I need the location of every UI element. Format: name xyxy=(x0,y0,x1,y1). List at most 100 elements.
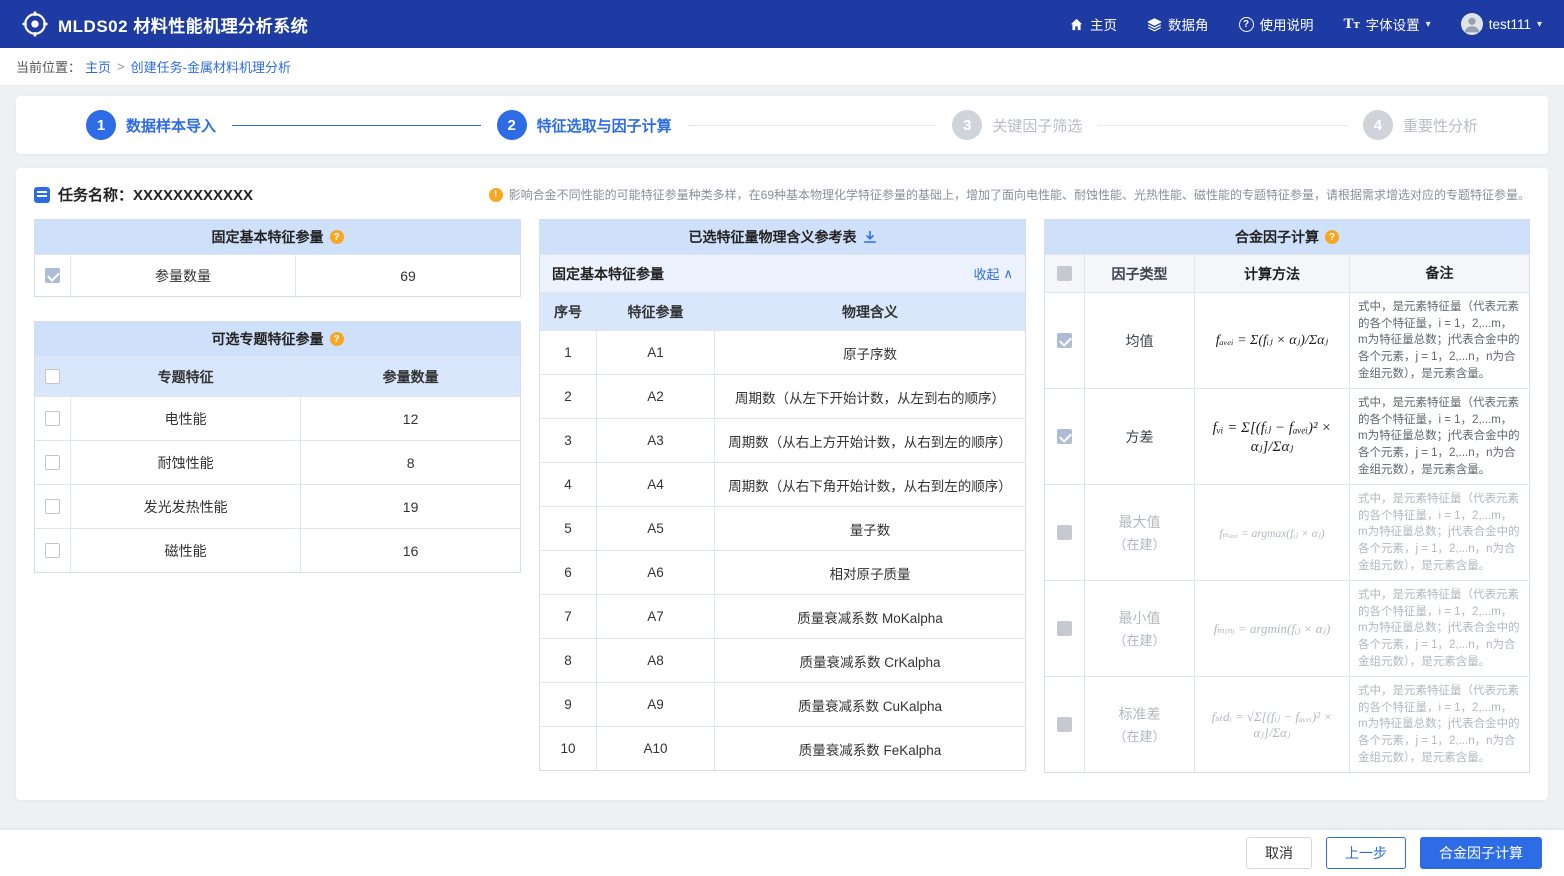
step-connector xyxy=(232,125,481,126)
step-1-label: 数据样本导入 xyxy=(126,115,216,136)
factor-type-name: 最小值 xyxy=(1119,608,1161,628)
reference-row: 4 A4 周期数（从右下角开始计数，从右到左的顺序） xyxy=(540,462,1025,506)
app-title: MLDS02 材料性能机理分析系统 xyxy=(58,12,308,37)
nav-data[interactable]: 数据角 xyxy=(1147,14,1209,34)
factor-note: 式中，是元素特征量（代表元素的各个特征量，i = 1，2,...m，m为特征量总… xyxy=(1350,485,1529,580)
reference-row-meaning: 周期数（从右下角开始计数，从右到左的顺序） xyxy=(715,463,1025,506)
optional-feature-count: 12 xyxy=(301,397,520,440)
reference-row-meaning: 原子序数 xyxy=(715,331,1025,374)
right-column: 合金因子计算 ? 因子类型 计算方法 备注 均值 fₐᵥₑᵢ = Σ(fᵢⱼ ×… xyxy=(1044,219,1530,779)
reference-row-meaning: 相对原子质量 xyxy=(715,551,1025,594)
factor-calculate-button[interactable]: 合金因子计算 xyxy=(1420,837,1542,869)
fixed-params-check-cell xyxy=(35,255,71,296)
factor-col-method: 计算方法 xyxy=(1195,255,1350,292)
nav-help[interactable]: ? 使用说明 xyxy=(1239,14,1314,34)
font-icon: Tт xyxy=(1344,17,1360,32)
optional-check-cell xyxy=(35,485,71,528)
ref-col-meaning: 物理含义 xyxy=(715,293,1025,330)
optional-checkbox[interactable] xyxy=(45,455,60,470)
factor-type-tag: （在建） xyxy=(1113,534,1165,553)
reference-section-title: 固定基本特征参量 xyxy=(552,264,664,284)
reference-row-no: 1 xyxy=(540,331,597,374)
factor-type-tag: （在建） xyxy=(1113,726,1165,745)
reference-row-meaning: 质量衰减系数 CuKalpha xyxy=(715,683,1025,726)
nav-user-label: test111 xyxy=(1489,17,1531,32)
layers-icon xyxy=(1147,17,1162,32)
factor-table-body: 均值 fₐᵥₑᵢ = Σ(fᵢⱼ × αⱼ)/Σαⱼ 式中，是元素特征量（代表元… xyxy=(1045,292,1529,772)
chevron-down-icon: ▾ xyxy=(1537,19,1542,30)
factor-check-cell xyxy=(1045,485,1085,580)
optional-feature-count: 19 xyxy=(301,485,520,528)
nav-user[interactable]: test111 ▾ xyxy=(1461,13,1542,35)
reference-row: 7 A7 质量衰减系数 MoKalpha xyxy=(540,594,1025,638)
optional-params-header: 专题特征 参量数量 xyxy=(35,356,520,396)
breadcrumb-prefix: 当前位置： xyxy=(16,57,81,76)
reference-row: 6 A6 相对原子质量 xyxy=(540,550,1025,594)
optional-check-cell xyxy=(35,441,71,484)
factor-check-cell xyxy=(1045,293,1085,388)
factor-formula: fᵥᵢ = Σ[(fᵢⱼ − fₐᵥₑᵢ)² × αⱼ]/Σαⱼ xyxy=(1195,389,1350,484)
optional-checkbox[interactable] xyxy=(45,499,60,514)
reference-row-meaning: 周期数（从右上方开始计数，从右到左的顺序） xyxy=(715,419,1025,462)
step-4-circle: 4 xyxy=(1363,110,1393,140)
factor-row: 最小值 （在建） fₘᵢₙᵢ = argmin(fᵢⱼ × αⱼ) 式中，是元素… xyxy=(1045,580,1529,676)
reference-row: 10 A10 质量衰减系数 FeKalpha xyxy=(540,726,1025,770)
optional-feature-name: 磁性能 xyxy=(71,529,301,572)
nav-font-settings[interactable]: Tт 字体设置 ▾ xyxy=(1344,14,1431,34)
optional-params-title-text: 可选专题特征参量 xyxy=(212,329,324,349)
step-1: 1 数据样本导入 xyxy=(86,110,216,140)
reference-row-no: 10 xyxy=(540,727,597,770)
fixed-params-label: 参量数量 xyxy=(71,255,296,296)
content-columns: 固定基本特征参量 ? 参量数量 69 可选专题特征参量 ? 专题特征 参量数量 xyxy=(34,219,1530,779)
optional-feature-name: 电性能 xyxy=(71,397,301,440)
task-title-text: 任务名称：XXXXXXXXXXXX xyxy=(58,184,253,205)
optional-checkbox[interactable] xyxy=(45,411,60,426)
optional-col-feature: 专题特征 xyxy=(71,357,301,396)
select-all-checkbox[interactable] xyxy=(45,369,60,384)
reference-row-no: 2 xyxy=(540,375,597,418)
download-icon[interactable] xyxy=(863,230,877,244)
previous-step-button[interactable]: 上一步 xyxy=(1326,837,1406,869)
nav-home[interactable]: 主页 xyxy=(1069,14,1117,34)
panel-header: 任务名称：XXXXXXXXXXXX ! 影响合金不同性能的可能特征参量种类多样，… xyxy=(34,184,1530,205)
nav-home-label: 主页 xyxy=(1090,14,1117,34)
optional-param-row: 电性能 12 xyxy=(35,396,520,440)
optional-param-row: 磁性能 16 xyxy=(35,528,520,572)
optional-check-cell xyxy=(35,397,71,440)
factor-type-name: 方差 xyxy=(1126,427,1154,447)
factor-type-tag: （在建） xyxy=(1113,630,1165,649)
top-navbar: MLDS02 材料性能机理分析系统 主页 数据角 ? 使用说明 Tт 字体设置 … xyxy=(0,0,1564,48)
question-icon[interactable]: ? xyxy=(330,332,344,346)
reference-table-body: 1 A1 原子序数 2 A2 周期数（从左下开始计数，从左到右的顺序） 3 A3… xyxy=(540,330,1025,770)
factor-row: 方差 fᵥᵢ = Σ[(fᵢⱼ − fₐᵥₑᵢ)² × αⱼ]/Σαⱼ 式中，是… xyxy=(1045,388,1529,484)
reference-table-header: 序号 特征参量 物理含义 xyxy=(540,292,1025,330)
optional-feature-name: 发光发热性能 xyxy=(71,485,301,528)
reference-row-meaning: 量子数 xyxy=(715,507,1025,550)
nav-data-label: 数据角 xyxy=(1168,14,1209,34)
optional-checkbox[interactable] xyxy=(45,543,60,558)
question-icon[interactable]: ? xyxy=(1325,230,1339,244)
question-icon[interactable]: ? xyxy=(330,230,344,244)
step-4-label: 重要性分析 xyxy=(1403,115,1478,136)
factor-row: 标准差 （在建） fₛₜdᵢ = √Σ[(fᵢⱼ − fₐᵥₑᵢ)² × αⱼ]… xyxy=(1045,676,1529,772)
factor-table-header: 因子类型 计算方法 备注 xyxy=(1045,254,1529,292)
footer-actions: 取消 上一步 合金因子计算 xyxy=(0,830,1564,876)
optional-params-body: 电性能 12 耐蚀性能 8 发光发热性能 19 磁性能 16 xyxy=(35,396,520,572)
breadcrumb: 当前位置： 主页 > 创建任务-金属材料机理分析 xyxy=(0,48,1564,86)
factor-type: 方差 xyxy=(1085,389,1195,484)
breadcrumb-home-link[interactable]: 主页 xyxy=(85,57,111,76)
fixed-params-row: 参量数量 69 xyxy=(35,254,520,296)
reference-section-header: 固定基本特征参量 收起 ∧ xyxy=(540,254,1025,292)
collapse-toggle[interactable]: 收起 ∧ xyxy=(973,264,1013,283)
cancel-button[interactable]: 取消 xyxy=(1246,837,1312,869)
factor-formula: fₘᵢₙᵢ = argmin(fᵢⱼ × αⱼ) xyxy=(1195,581,1350,676)
collapse-label: 收起 xyxy=(973,264,999,283)
nav-font-label: 字体设置 xyxy=(1366,14,1420,34)
help-icon: ? xyxy=(1239,17,1254,32)
reference-row-no: 3 xyxy=(540,419,597,462)
factor-check-cell xyxy=(1045,389,1085,484)
factor-checkbox xyxy=(1057,429,1072,444)
breadcrumb-current: 创建任务-金属材料机理分析 xyxy=(131,57,291,76)
notice-text: 影响合金不同性能的可能特征参量种类多样，在69种基本物理化学特征参量的基础上，增… xyxy=(509,186,1530,203)
optional-feature-name: 耐蚀性能 xyxy=(71,441,301,484)
